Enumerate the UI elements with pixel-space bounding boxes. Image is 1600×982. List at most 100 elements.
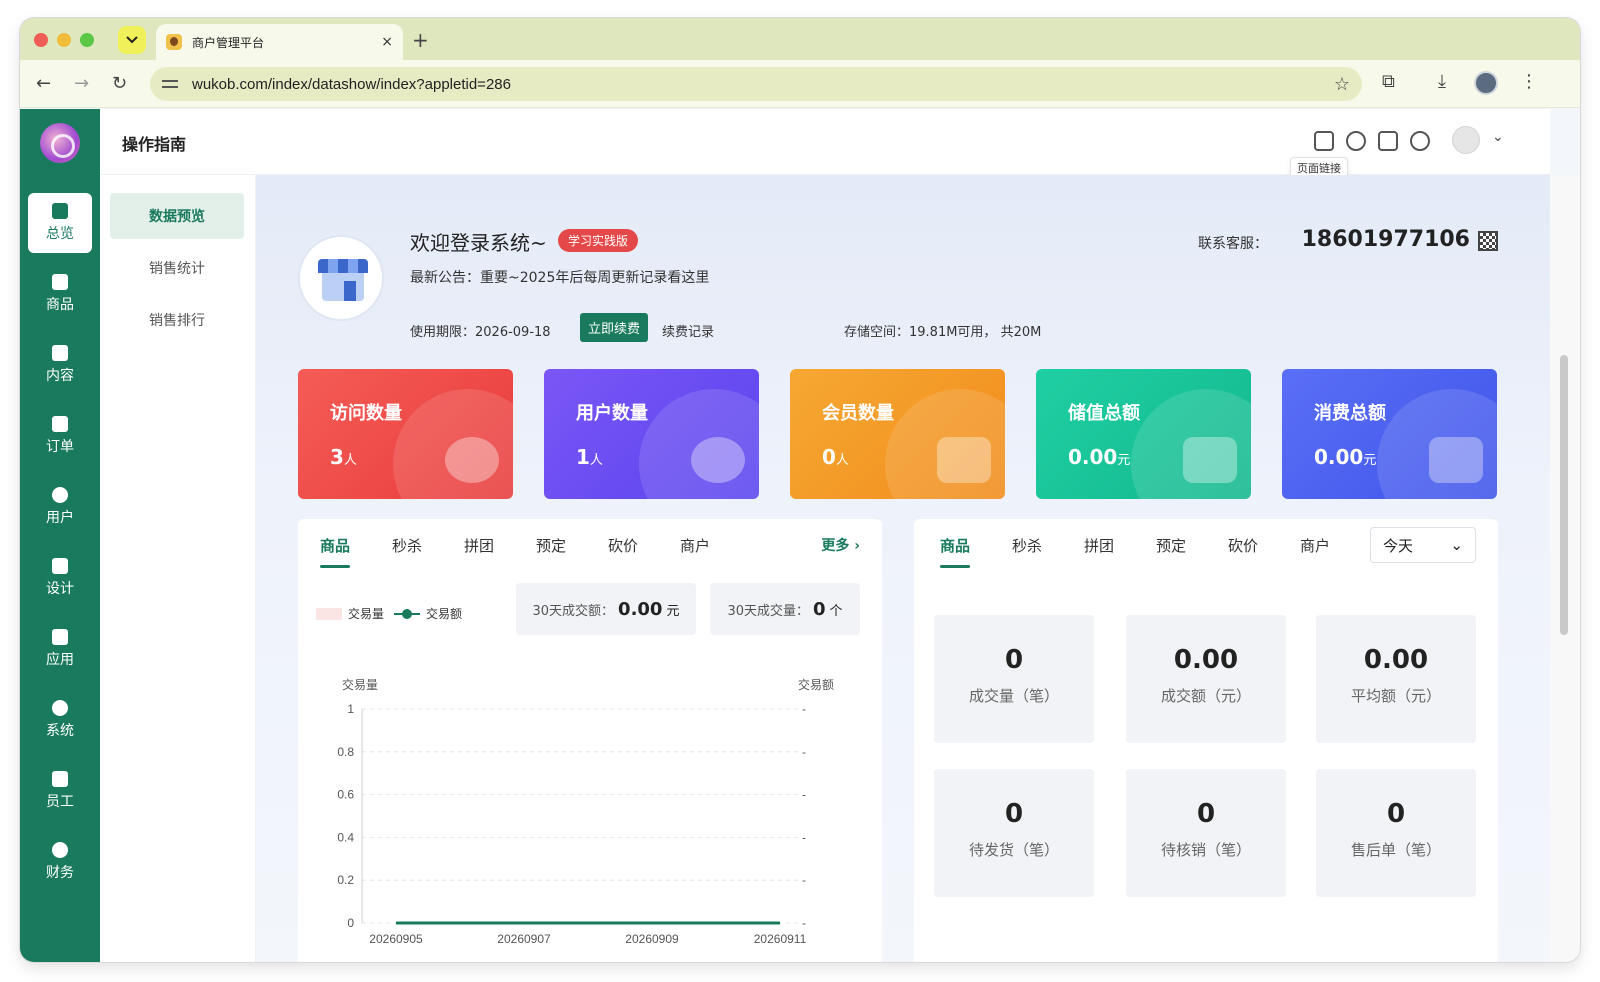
stat-after-sales: 0 售后单（笔） <box>1316 769 1476 897</box>
sidebar-item-label: 应用 <box>46 652 74 668</box>
x-tick-label: 20260907 <box>497 932 551 946</box>
tab-bargain[interactable]: 砍价 <box>1228 535 1258 556</box>
close-window-button[interactable] <box>34 33 48 47</box>
app-logo[interactable] <box>40 123 80 163</box>
renew-button[interactable]: 立即续费 <box>580 313 649 342</box>
new-tab-button[interactable]: + <box>412 28 429 52</box>
sidebar-item-content[interactable]: 内容 <box>28 335 92 395</box>
stat-value: 0 <box>1004 645 1024 675</box>
tab-goods[interactable]: 商品 <box>320 535 350 556</box>
minimize-window-button[interactable] <box>57 33 71 47</box>
sidebar-item-label: 总览 <box>46 226 74 242</box>
store-avatar <box>298 235 384 321</box>
sidebar-item-apps[interactable]: 应用 <box>28 619 92 679</box>
tab-merchant[interactable]: 商户 <box>680 535 710 556</box>
card-visits[interactable]: 访问数量 3人 <box>298 369 513 499</box>
sidebar-item-orders[interactable]: 订单 <box>28 406 92 466</box>
sidebar-item-overview[interactable]: 总览 <box>28 193 92 253</box>
tab-group-buy[interactable]: 拼团 <box>464 535 494 556</box>
site-favicon-icon <box>166 34 182 50</box>
crown-icon <box>937 437 991 483</box>
more-link[interactable]: 更多 › <box>821 535 860 555</box>
tab-reservation[interactable]: 预定 <box>1156 535 1186 556</box>
y-tick-label: 0.6 <box>337 788 354 802</box>
tab-search-button[interactable] <box>118 26 146 54</box>
chevron-down-icon[interactable]: ⌄ <box>1492 129 1504 145</box>
tab-goods[interactable]: 商品 <box>940 535 970 556</box>
card-members[interactable]: 会员数量 0人 <box>790 369 1005 499</box>
forward-arrow-icon[interactable]: → <box>74 73 89 94</box>
extensions-icon[interactable]: ⧉ <box>1382 71 1395 92</box>
y2-tick-label: - <box>802 788 806 802</box>
address-bar[interactable]: wukob.com/index/datashow/index?appletid=… <box>150 67 1362 101</box>
sidebar-item-goods[interactable]: 商品 <box>28 264 92 324</box>
more-menu-icon[interactable]: ⋮ <box>1520 71 1538 92</box>
y-tick-label: 0.2 <box>337 873 354 887</box>
stat-label: 售后单（笔） <box>1350 841 1441 859</box>
sidebar-item-label: 用户 <box>46 510 74 526</box>
browser-tab[interactable]: 商户管理平台 × <box>156 24 403 60</box>
y2-tick-label: - <box>802 916 806 930</box>
grid-icon <box>52 629 68 645</box>
card-value: 0人 <box>822 445 849 469</box>
grid-icon[interactable] <box>1378 131 1398 151</box>
active-tab-indicator <box>940 565 970 568</box>
sidebar-item-finance[interactable]: 财务 <box>28 832 92 892</box>
settings-icon[interactable] <box>1410 131 1430 151</box>
subnav-item-sales-stats[interactable]: 销售统计 <box>110 245 244 291</box>
stat-value: 0 <box>1386 799 1406 829</box>
date-range-select[interactable]: 今天 ⌄ <box>1370 527 1476 563</box>
qr-code-icon[interactable] <box>1478 231 1498 251</box>
select-value: 今天 <box>1383 536 1414 555</box>
store-icon <box>318 259 368 301</box>
legend-swatch-amount[interactable] <box>394 608 421 619</box>
legend-swatch-volume[interactable] <box>316 607 342 620</box>
card-consumption[interactable]: 消费总额 0.00元 <box>1282 369 1497 499</box>
sidebar-item-label: 财务 <box>46 865 74 881</box>
url-text[interactable]: wukob.com/index/datashow/index?appletid=… <box>192 76 1334 93</box>
trend-panel: 商品 秒杀 拼团 预定 砍价 商户 更多 › 交易量 交易额 30天成交额： 0… <box>298 519 882 962</box>
back-arrow-icon[interactable]: ← <box>36 73 51 94</box>
stat-label: 成交额（元） <box>1160 687 1251 705</box>
card-stored-value[interactable]: 储值总额 0.00元 <box>1036 369 1251 499</box>
scrollbar-thumb[interactable] <box>1560 355 1568 635</box>
subnav-item-data-preview[interactable]: 数据预览 <box>110 193 244 239</box>
tab-reservation[interactable]: 预定 <box>536 535 566 556</box>
card-label: 用户数量 <box>576 403 648 424</box>
renew-log-link[interactable]: 续费记录 <box>662 321 714 340</box>
site-settings-icon[interactable] <box>162 77 180 91</box>
maximize-window-button[interactable] <box>80 33 94 47</box>
page-scrollbar[interactable] <box>1550 175 1580 962</box>
sidebar-item-users[interactable]: 用户 <box>28 477 92 537</box>
tab-group-buy[interactable]: 拼团 <box>1084 535 1114 556</box>
sidebar-item-design[interactable]: 设计 <box>28 548 92 608</box>
close-tab-icon[interactable]: × <box>381 34 393 50</box>
operation-guide-link[interactable]: 操作指南 <box>122 131 186 155</box>
folder-icon[interactable] <box>1314 131 1334 151</box>
user-avatar[interactable] <box>1452 126 1480 154</box>
tab-merchant[interactable]: 商户 <box>1300 535 1330 556</box>
card-users[interactable]: 用户数量 1人 <box>544 369 759 499</box>
announcement-link[interactable]: 最新公告：重要~2025年后每周更新记录看这里 <box>410 267 709 287</box>
link-icon[interactable] <box>1346 131 1366 151</box>
bookmark-star-icon[interactable]: ☆ <box>1334 74 1350 95</box>
sidebar-item-system[interactable]: 系统 <box>28 690 92 750</box>
chevron-down-icon <box>126 36 138 44</box>
tab-flash-sale[interactable]: 秒杀 <box>1012 535 1042 556</box>
sidebar-item-label: 设计 <box>46 581 74 597</box>
reload-icon[interactable]: ↻ <box>112 73 127 94</box>
paw-icon <box>445 437 499 483</box>
profile-avatar[interactable] <box>1474 71 1498 95</box>
y-tick-label: 1 <box>347 702 354 716</box>
document-icon <box>52 345 68 361</box>
tab-bargain[interactable]: 砍价 <box>608 535 638 556</box>
lock-icon <box>52 771 68 787</box>
sidebar: 总览 商品 内容 订单 用户 设计 应用 系统 员工 财务 <box>20 109 100 962</box>
sidebar-item-label: 系统 <box>46 723 74 739</box>
subnav-item-sales-ranking[interactable]: 销售排行 <box>110 297 244 343</box>
tab-flash-sale[interactable]: 秒杀 <box>392 535 422 556</box>
summary-30d-amount: 30天成交额： 0.00 元 <box>516 583 696 635</box>
sidebar-item-staff[interactable]: 员工 <box>28 761 92 821</box>
y-tick-label: 0 <box>347 916 354 930</box>
download-icon[interactable]: ⤓ <box>1438 71 1446 92</box>
